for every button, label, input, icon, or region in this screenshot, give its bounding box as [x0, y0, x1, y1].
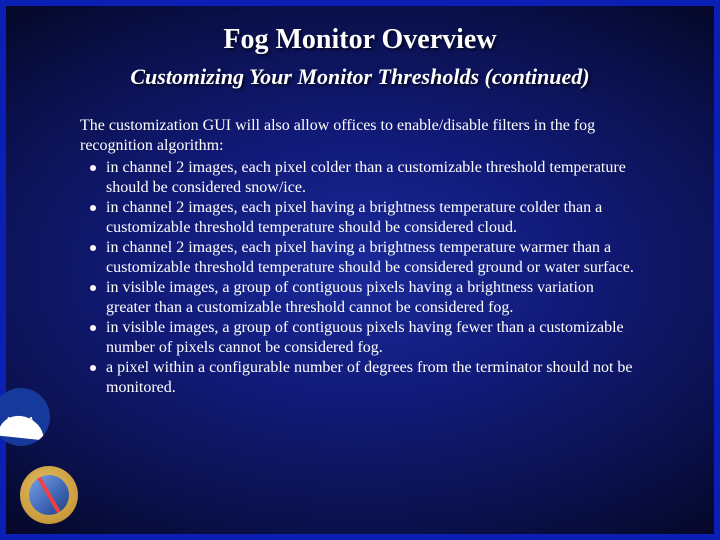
nws-logo-icon	[20, 466, 78, 524]
slide-body: The customization GUI will also allow of…	[80, 116, 640, 398]
list-item: in channel 2 images, each pixel having a…	[80, 198, 640, 238]
noaa-logo-label: NOAA	[7, 416, 35, 425]
slide: Fog Monitor Overview Customizing Your Mo…	[0, 0, 720, 540]
list-item: in visible images, a group of contiguous…	[80, 318, 640, 358]
list-item: in channel 2 images, each pixel having a…	[80, 238, 640, 278]
slide-subtitle: Customizing Your Monitor Thresholds (con…	[6, 64, 714, 90]
noaa-logo-icon: NOAA	[0, 388, 50, 446]
list-item: in visible images, a group of contiguous…	[80, 278, 640, 318]
nws-logo-inner-icon	[29, 475, 69, 515]
intro-text: The customization GUI will also allow of…	[80, 116, 640, 156]
list-item: a pixel within a configurable number of …	[80, 358, 640, 398]
list-item: in channel 2 images, each pixel colder t…	[80, 158, 640, 198]
bullet-list: in channel 2 images, each pixel colder t…	[80, 158, 640, 398]
slide-title: Fog Monitor Overview	[6, 24, 714, 56]
